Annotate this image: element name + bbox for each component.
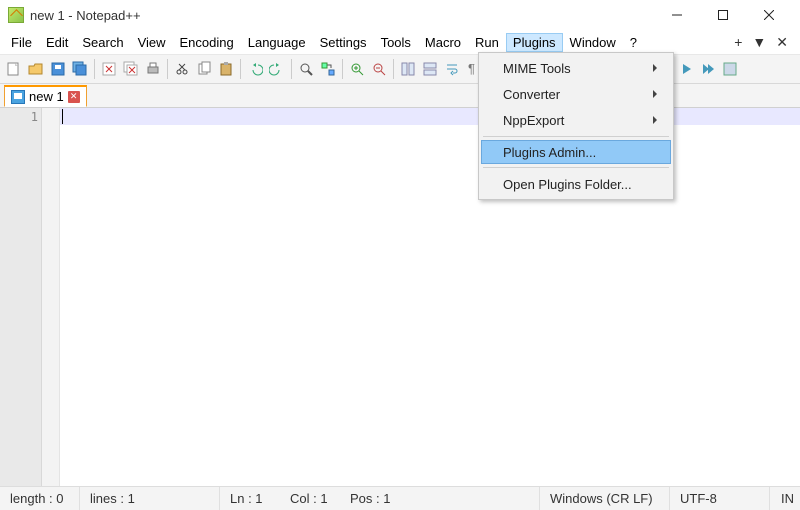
window-title: new 1 - Notepad++ — [30, 8, 654, 23]
toolbar-separator — [94, 59, 95, 79]
minimize-button[interactable] — [654, 0, 700, 30]
menu-macro[interactable]: Macro — [418, 33, 468, 52]
toolbar-separator — [167, 59, 168, 79]
menu-item-nppexport[interactable]: NppExport — [481, 107, 671, 133]
menu-view[interactable]: View — [131, 33, 173, 52]
menu-file[interactable]: File — [4, 33, 39, 52]
toolbar-separator — [342, 59, 343, 79]
menu-item-open-plugins-folder[interactable]: Open Plugins Folder... — [481, 171, 671, 197]
find-icon[interactable] — [296, 59, 316, 79]
status-length: length : 0 — [0, 487, 80, 510]
close-all-icon[interactable] — [121, 59, 141, 79]
sync-h-icon[interactable] — [420, 59, 440, 79]
menu-encoding[interactable]: Encoding — [173, 33, 241, 52]
menu-bar: File Edit Search View Encoding Language … — [0, 30, 800, 54]
zoom-out-icon[interactable] — [369, 59, 389, 79]
line-number: 1 — [0, 108, 38, 124]
toolbar-separator — [291, 59, 292, 79]
menu-item-plugins-admin[interactable]: Plugins Admin... — [481, 140, 671, 164]
dropdown-triangle-icon[interactable]: ▼ — [752, 34, 766, 50]
status-col: Col : 1 — [280, 487, 340, 510]
cut-icon[interactable] — [172, 59, 192, 79]
plugins-dropdown: MIME Tools Converter NppExport Plugins A… — [478, 52, 674, 200]
redo-icon[interactable] — [267, 59, 287, 79]
close-file-icon[interactable] — [99, 59, 119, 79]
line-number-gutter: 1 — [0, 108, 42, 498]
menu-item-label: Converter — [503, 87, 560, 102]
close-panel-icon[interactable]: ✕ — [776, 34, 788, 51]
current-line-highlight — [60, 108, 800, 125]
menubar-right: + ▼ ✕ — [734, 34, 796, 51]
menu-item-label: MIME Tools — [503, 61, 571, 76]
window-controls — [654, 0, 792, 30]
toolbar-separator — [240, 59, 241, 79]
maximize-button[interactable] — [700, 0, 746, 30]
fold-margin — [42, 108, 60, 498]
paste-icon[interactable] — [216, 59, 236, 79]
save-icon[interactable] — [48, 59, 68, 79]
status-pos: Pos : 1 — [340, 487, 540, 510]
tab-bar: new 1 ✕ — [0, 84, 800, 108]
tab-label: new 1 — [29, 89, 64, 104]
tab-close-icon[interactable]: ✕ — [68, 91, 80, 103]
status-encoding[interactable]: UTF-8 — [670, 487, 770, 510]
toolbar: ¶ {f} — [0, 54, 800, 84]
save-all-icon[interactable] — [70, 59, 90, 79]
text-caret — [62, 109, 63, 124]
menu-item-converter[interactable]: Converter — [481, 81, 671, 107]
menu-separator — [483, 167, 669, 168]
wrap-icon[interactable] — [442, 59, 462, 79]
undo-icon[interactable] — [245, 59, 265, 79]
document-tab[interactable]: new 1 ✕ — [4, 85, 87, 107]
new-file-icon[interactable] — [4, 59, 24, 79]
status-ln: Ln : 1 — [220, 487, 280, 510]
tab-save-icon — [11, 90, 25, 104]
menu-language[interactable]: Language — [241, 33, 313, 52]
new-tab-plus-icon[interactable]: + — [734, 34, 742, 50]
menu-separator — [483, 136, 669, 137]
menu-item-label: Plugins Admin... — [503, 145, 596, 160]
title-bar: new 1 - Notepad++ — [0, 0, 800, 30]
open-file-icon[interactable] — [26, 59, 46, 79]
svg-text:¶: ¶ — [468, 61, 475, 76]
status-bar: length : 0 lines : 1 Ln : 1 Col : 1 Pos … — [0, 486, 800, 510]
copy-icon[interactable] — [194, 59, 214, 79]
menu-window[interactable]: Window — [563, 33, 623, 52]
close-window-button[interactable] — [746, 0, 792, 30]
toolbar-separator — [393, 59, 394, 79]
menu-edit[interactable]: Edit — [39, 33, 75, 52]
status-lines: lines : 1 — [80, 487, 220, 510]
zoom-in-icon[interactable] — [347, 59, 367, 79]
play-multi-icon[interactable] — [698, 59, 718, 79]
sync-v-icon[interactable] — [398, 59, 418, 79]
replace-icon[interactable] — [318, 59, 338, 79]
menu-help[interactable]: ? — [623, 33, 644, 52]
menu-run[interactable]: Run — [468, 33, 506, 52]
status-eol[interactable]: Windows (CR LF) — [540, 487, 670, 510]
menu-settings[interactable]: Settings — [313, 33, 374, 52]
editor-area[interactable]: 1 — [0, 108, 800, 498]
status-insert-mode[interactable]: IN — [770, 487, 800, 510]
menu-item-mime-tools[interactable]: MIME Tools — [481, 55, 671, 81]
menu-plugins[interactable]: Plugins — [506, 33, 563, 52]
play-macro-icon[interactable] — [676, 59, 696, 79]
save-macro-icon[interactable] — [720, 59, 740, 79]
menu-search[interactable]: Search — [75, 33, 130, 52]
app-icon — [8, 7, 24, 23]
menu-item-label: NppExport — [503, 113, 564, 128]
menu-item-label: Open Plugins Folder... — [503, 177, 632, 192]
menu-tools[interactable]: Tools — [374, 33, 418, 52]
print-icon[interactable] — [143, 59, 163, 79]
